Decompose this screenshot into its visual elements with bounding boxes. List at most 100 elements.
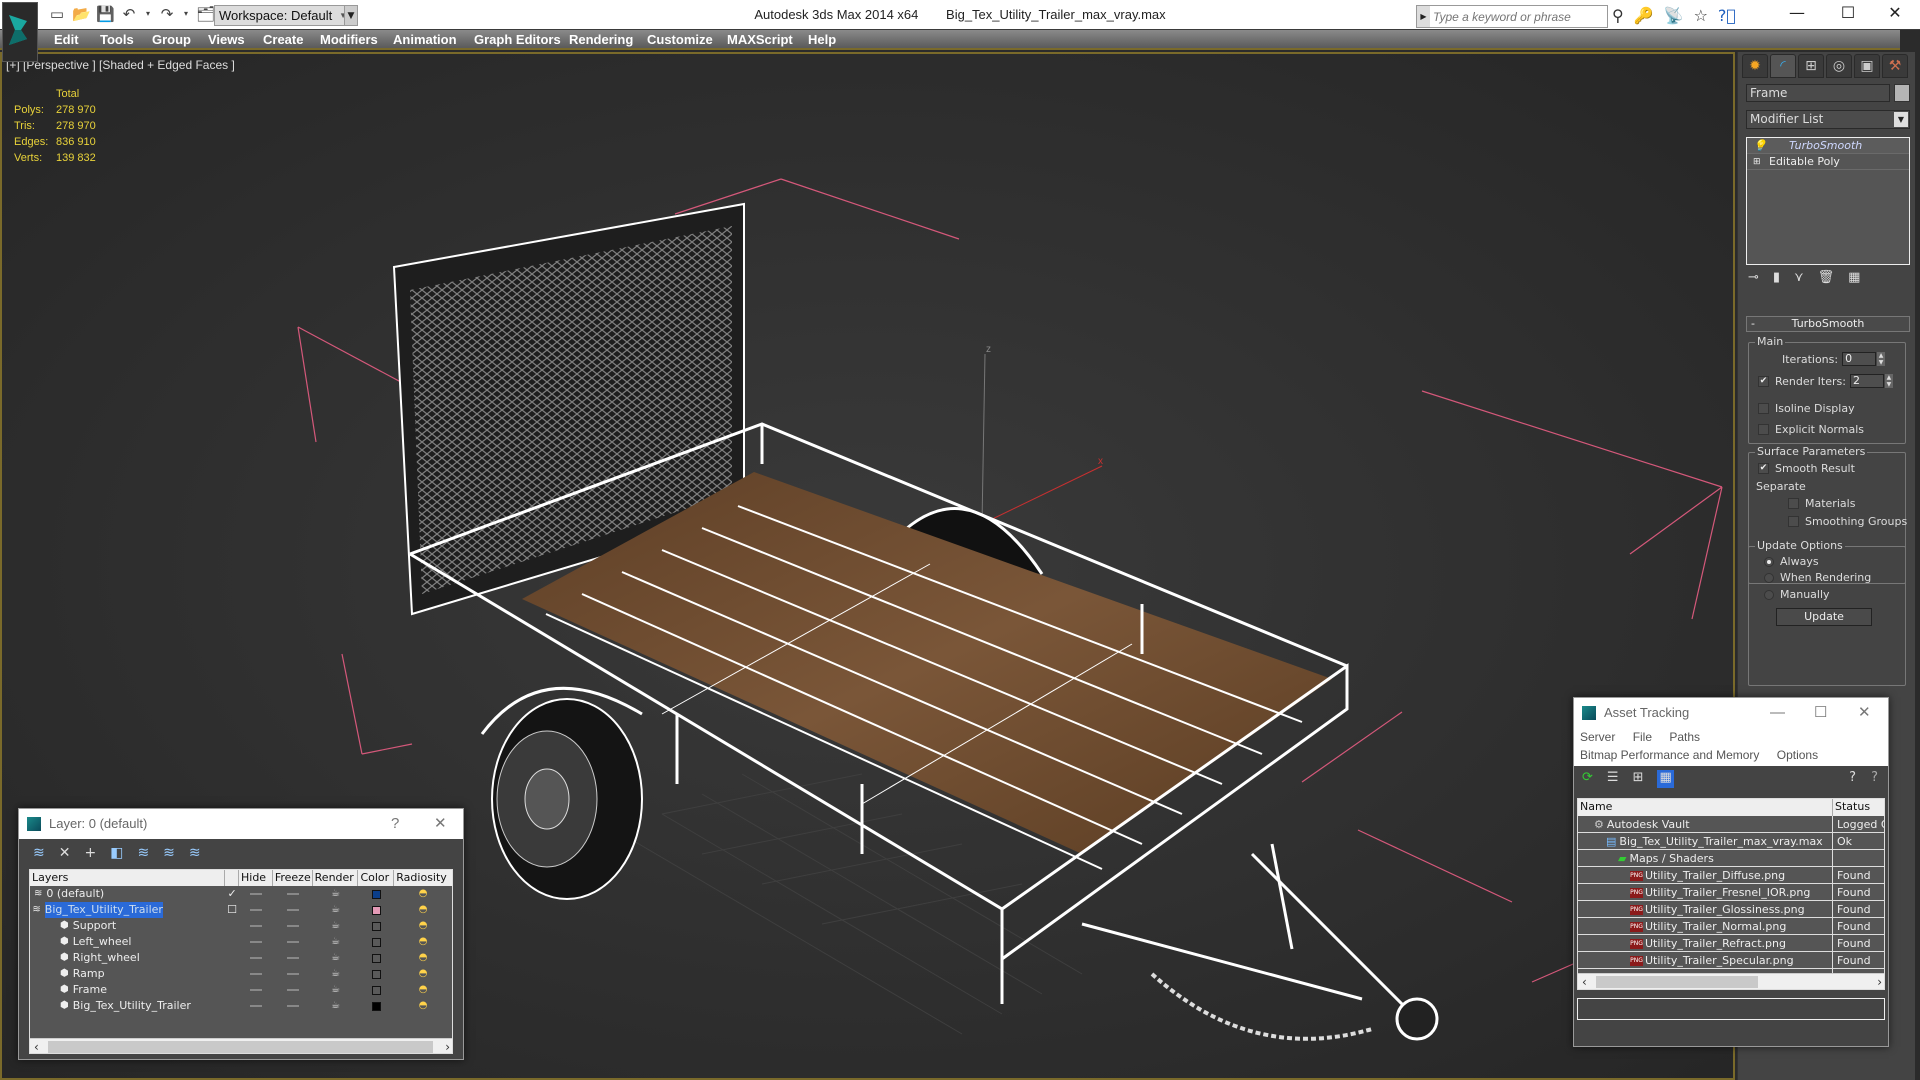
color-swatch[interactable] [358, 953, 394, 963]
menu-help[interactable]: Help [808, 32, 836, 47]
asset-horizontal-scrollbar[interactable]: ‹ › [1578, 973, 1884, 989]
render-iters-checkbox[interactable]: ✔ [1758, 375, 1769, 387]
display-tab-icon[interactable]: ▣ [1854, 54, 1880, 78]
delete-layer-icon[interactable]: ✕ [59, 845, 71, 863]
update-always-radio[interactable] [1764, 556, 1774, 567]
redo-icon[interactable]: ↷ [158, 5, 176, 23]
menu-animation[interactable]: Animation [393, 32, 457, 47]
freeze-toggle[interactable] [273, 925, 313, 927]
current-layer-indicator[interactable]: ✓ [225, 886, 239, 902]
asset-row[interactable]: PNG Utility_Trailer_Diffuse.png Found [1578, 867, 1884, 884]
color-swatch[interactable] [358, 1001, 394, 1011]
hide-toggle[interactable] [239, 1005, 273, 1007]
list-view-icon[interactable]: ☰ [1607, 770, 1619, 788]
smoothing-groups-checkbox[interactable] [1788, 516, 1799, 527]
hide-toggle[interactable] [239, 925, 273, 927]
remove-modifier-icon[interactable]: 🗑 [1818, 270, 1835, 285]
make-unique-icon[interactable]: ⋎ [1794, 270, 1804, 285]
layer-row[interactable]: ≋ 0 (default) ✓ ☕ ◓ [30, 886, 452, 902]
menu-create[interactable]: Create [263, 32, 303, 47]
menu-customize[interactable]: Customize [647, 32, 713, 47]
hide-toggle[interactable] [239, 957, 273, 959]
radiosity-icon[interactable]: ◓ [394, 934, 452, 950]
color-swatch[interactable] [358, 921, 394, 931]
color-swatch[interactable] [358, 985, 394, 995]
render-teapot-icon[interactable]: ☕ [313, 982, 359, 998]
search-expand-icon[interactable]: ▶ [1417, 6, 1430, 27]
motion-tab-icon[interactable]: ◎ [1826, 54, 1852, 78]
radiosity-icon[interactable]: ◓ [394, 982, 452, 998]
menu-views[interactable]: Views [208, 32, 245, 47]
help-icon[interactable]: ? [1849, 770, 1856, 785]
app-menu-button[interactable] [2, 2, 38, 62]
project-folder-icon[interactable]: 🗂 [196, 5, 215, 23]
menu-paths[interactable]: Paths [1669, 730, 1700, 744]
object-name-field[interactable]: Frame [1746, 84, 1890, 102]
freeze-toggle[interactable] [273, 909, 313, 911]
menu-modifiers[interactable]: Modifiers [320, 32, 378, 47]
binoculars-icon[interactable]: ⚲ [1612, 6, 1624, 25]
undo-icon[interactable]: ↶ [120, 5, 138, 23]
render-teapot-icon[interactable]: ☕ [313, 886, 359, 902]
iterations-spinner[interactable]: ▲ ▼ [1877, 352, 1886, 366]
undo-dropdown-icon[interactable]: ▾ [144, 5, 152, 23]
layer-row[interactable]: ⊟≋Big_Tex_Utility_Trailer☐☕◓ [30, 902, 452, 918]
customize-qa-button[interactable]: ▼ [344, 5, 358, 26]
render-teapot-icon[interactable]: ☕ [313, 902, 359, 918]
lightbulb-icon[interactable]: 💡 [1753, 138, 1767, 154]
new-file-icon[interactable]: ▭ [48, 5, 66, 23]
create-tab-icon[interactable]: ✹ [1742, 54, 1768, 78]
expand-plus-icon[interactable]: ⊞ [1753, 154, 1761, 170]
scroll-left-icon[interactable]: ‹ [1582, 974, 1587, 989]
minimize-button[interactable]: — [1774, 0, 1820, 28]
hide-toggle[interactable] [239, 893, 273, 895]
update-when-rendering-radio[interactable] [1764, 572, 1774, 583]
color-swatch[interactable] [358, 905, 394, 915]
tree-view-icon[interactable]: ⊞ [1633, 770, 1644, 788]
menu-rendering[interactable]: Rendering [569, 32, 633, 47]
current-layer-indicator[interactable]: ☐ [225, 902, 239, 918]
hide-toggle[interactable] [239, 989, 273, 991]
asset-row[interactable]: PNG Utility_Trailer_Specular.png Found [1578, 952, 1884, 969]
asset-row[interactable]: ▤ Big_Tex_Utility_Trailer_max_vray.max Ok [1578, 833, 1884, 850]
star-icon[interactable]: ☆ [1694, 6, 1708, 25]
menu-group[interactable]: Group [152, 32, 191, 47]
stack-item-turbosmooth[interactable]: 💡 TurboSmooth [1747, 138, 1909, 154]
asset-row[interactable]: PNG Utility_Trailer_Normal.png Found [1578, 918, 1884, 935]
freeze-toggle[interactable] [273, 893, 313, 895]
freeze-toggle[interactable] [273, 989, 313, 991]
isoline-checkbox[interactable] [1758, 403, 1769, 414]
update-manually-radio[interactable] [1764, 589, 1774, 600]
scrollbar-thumb[interactable] [48, 1041, 433, 1053]
hide-all-layers-icon[interactable]: ≋ [189, 845, 201, 863]
key-icon[interactable]: 🔑 [1634, 6, 1654, 25]
smooth-result-checkbox[interactable]: ✔ [1758, 463, 1769, 474]
color-swatch[interactable] [358, 937, 394, 947]
select-layer-icon[interactable]: ≋ [137, 845, 149, 863]
utilities-tab-icon[interactable]: ⚒ [1882, 54, 1908, 78]
layer-horizontal-scrollbar[interactable]: ‹ › [30, 1038, 452, 1053]
asset-row[interactable]: PNG Utility_Trailer_Glossiness.png Found [1578, 901, 1884, 918]
render-teapot-icon[interactable]: ☕ [313, 934, 359, 950]
scroll-right-icon[interactable]: › [1877, 974, 1882, 989]
highlight-layer-icon[interactable]: ≋ [163, 845, 175, 863]
asset-row[interactable]: ⚙Autodesk Vault Logged O [1578, 816, 1884, 833]
viewport-label[interactable]: [+] [Perspective ] [Shaded + Edged Faces… [6, 58, 235, 72]
turbosmooth-rollout-header[interactable]: - TurboSmooth [1746, 316, 1910, 332]
asset-path-field[interactable] [1577, 998, 1885, 1020]
maximize-button[interactable]: ☐ [1814, 698, 1827, 728]
materials-checkbox[interactable] [1788, 498, 1799, 509]
layer-row[interactable]: ⬢ Frame ☕ ◓ [30, 982, 452, 998]
render-teapot-icon[interactable]: ☕ [313, 966, 359, 982]
layer-row[interactable]: ⬢ Big_Tex_Utility_Trailer ☕ ◓ [30, 998, 452, 1014]
menu-server[interactable]: Server [1580, 730, 1615, 744]
hierarchy-tab-icon[interactable]: ⊞ [1798, 54, 1824, 78]
search-input[interactable] [1433, 7, 1605, 26]
render-iters-input[interactable]: 2 [1849, 374, 1884, 388]
menu-maxscript[interactable]: MAXScript [727, 32, 793, 47]
layer-row[interactable]: ⬢ Support ☕ ◓ [30, 918, 452, 934]
explicit-normals-checkbox[interactable] [1758, 424, 1769, 435]
radiosity-icon[interactable]: ◓ [394, 998, 452, 1014]
radiosity-icon[interactable]: ◓ [394, 950, 452, 966]
menu-bitmap-performance[interactable]: Bitmap Performance and Memory [1580, 748, 1759, 762]
